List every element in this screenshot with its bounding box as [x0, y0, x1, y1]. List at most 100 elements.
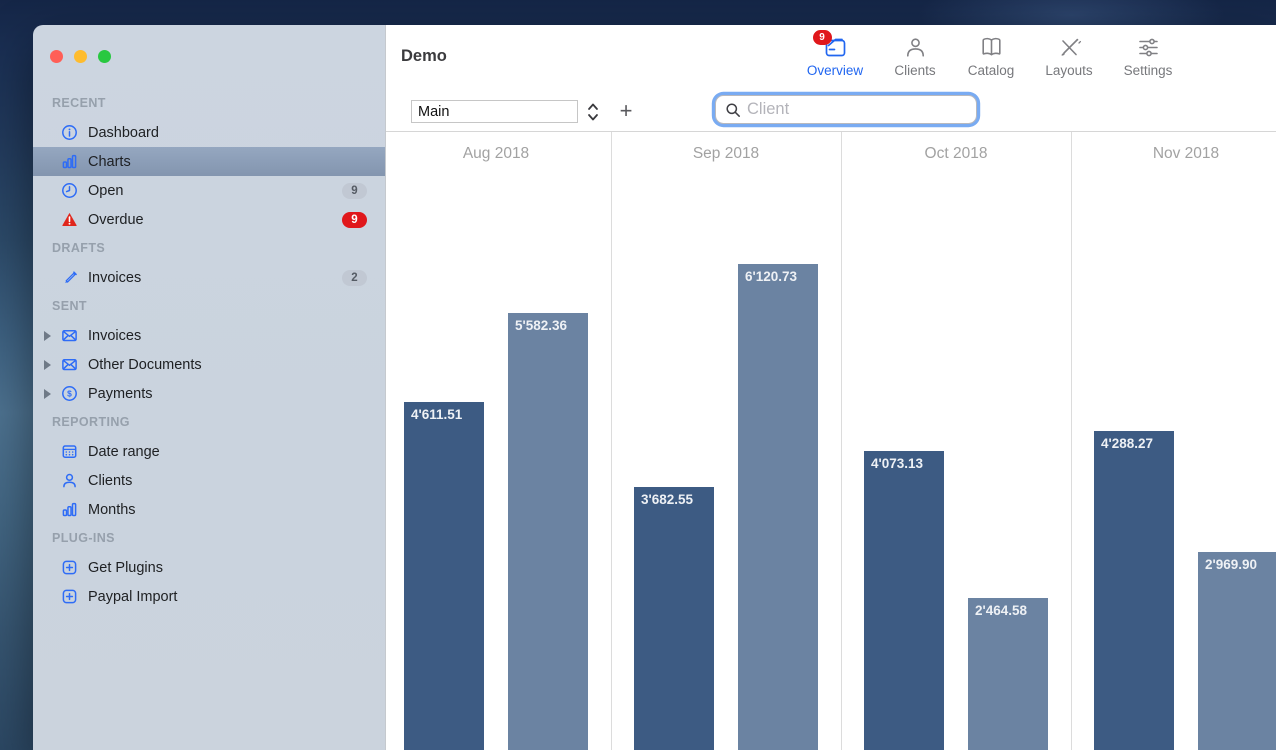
chart-panel: Aug 2018 4'611.51 5'582.36 Sep 2018 3'682.55…: [386, 131, 1276, 750]
plus-box-icon: [60, 559, 78, 577]
sidebar-item-label: Date range: [88, 444, 160, 460]
bar-chart-icon: [60, 501, 78, 519]
clock-icon: [60, 182, 78, 200]
sidebar-item-open[interactable]: Open 9: [33, 176, 385, 205]
bar-value-label: 6'120.73: [738, 264, 818, 284]
chart-bar: 6'120.73: [738, 264, 818, 750]
plus-box-icon: [60, 588, 78, 606]
bar-value-label: 4'288.27: [1094, 431, 1174, 451]
add-button[interactable]: +: [614, 97, 638, 125]
sidebar-item-label: Payments: [88, 386, 152, 402]
pen-knife-icon: [1056, 34, 1083, 61]
info-icon: [60, 124, 78, 142]
window-controls: [50, 50, 111, 63]
tab-layouts[interactable]: Layouts: [1024, 34, 1114, 78]
sidebar-item-label: Paypal Import: [88, 589, 177, 605]
bar-value-label: 5'582.36: [508, 313, 588, 333]
sidebar: RECENT Dashboard Charts Open 9 Overdue 9 DRAFTS…: [33, 25, 385, 750]
sidebar-item-label: Clients: [88, 473, 132, 489]
sidebar-item-label: Months: [88, 502, 136, 518]
disclosure-triangle-icon[interactable]: [44, 331, 51, 341]
sidebar-item-overdue[interactable]: Overdue 9: [33, 205, 385, 234]
chart-column-header: Aug 2018: [386, 145, 611, 163]
inbox-tray-icon: 9: [822, 34, 849, 61]
sliders-icon: [1135, 34, 1162, 61]
pencil-icon: [60, 269, 78, 287]
disclosure-triangle-icon[interactable]: [44, 389, 51, 399]
bar-value-label: 2'464.58: [968, 598, 1048, 618]
chart-bar: 2'969.90: [1198, 552, 1276, 750]
disclosure-triangle-icon[interactable]: [44, 360, 51, 370]
bar-value-label: 3'682.55: [634, 487, 714, 507]
tab-catalog[interactable]: Catalog: [946, 34, 1036, 78]
section-header-drafts: DRAFTS: [33, 234, 385, 263]
section-header-sent: SENT: [33, 292, 385, 321]
bar-value-label: 2'969.90: [1198, 552, 1276, 572]
chart-column-header: Sep 2018: [611, 145, 841, 163]
tab-label: Layouts: [1045, 63, 1092, 78]
chart-bar: 2'464.58: [968, 598, 1048, 750]
sidebar-item-clients[interactable]: Clients: [33, 466, 385, 495]
svg-text:$: $: [67, 388, 72, 398]
sidebar-item-dashboard[interactable]: Dashboard: [33, 118, 385, 147]
sidebar-item-payments[interactable]: $ Payments: [33, 379, 385, 408]
section-header-plug-ins: PLUG-INS: [33, 524, 385, 553]
sidebar-item-get-plugins[interactable]: Get Plugins: [33, 553, 385, 582]
app-window: RECENT Dashboard Charts Open 9 Overdue 9 DRAFTS…: [33, 25, 1276, 750]
column-divider: [611, 132, 612, 750]
chart-column-header: Nov 2018: [1071, 145, 1276, 163]
close-window-button[interactable]: [50, 50, 63, 63]
sidebar-item-label: Invoices: [88, 270, 141, 286]
sidebar-item-label: Get Plugins: [88, 560, 163, 576]
bar-chart-icon: [60, 153, 78, 171]
search-field[interactable]: [715, 95, 977, 124]
sidebar-item-other-documents[interactable]: Other Documents: [33, 350, 385, 379]
toolbar: Demo 9OverviewClientsCatalogLayoutsSetti…: [386, 25, 1276, 131]
tab-label: Settings: [1124, 63, 1173, 78]
stepper-control[interactable]: [586, 101, 600, 123]
chart-bar: 4'288.27: [1094, 431, 1174, 750]
sidebar-item-months[interactable]: Months: [33, 495, 385, 524]
person-icon: [60, 472, 78, 490]
column-divider: [841, 132, 842, 750]
chart-bar: 4'073.13: [864, 451, 944, 750]
count-badge: 9: [342, 212, 367, 228]
envelope-icon: [60, 327, 78, 345]
view-select-field[interactable]: [411, 100, 578, 123]
sidebar-item-label: Open: [88, 183, 123, 199]
search-input[interactable]: [741, 100, 976, 119]
minimize-window-button[interactable]: [74, 50, 87, 63]
sidebar-item-label: Invoices: [88, 328, 141, 344]
calendar-icon: [60, 443, 78, 461]
tab-label: Overview: [807, 63, 863, 78]
chart-bar: 3'682.55: [634, 487, 714, 750]
sidebar-item-label: Overdue: [88, 212, 144, 228]
notification-badge: 9: [813, 30, 832, 45]
sidebar-item-paypal-import[interactable]: Paypal Import: [33, 582, 385, 611]
search-icon: [725, 102, 741, 118]
tab-label: Catalog: [968, 63, 1015, 78]
sidebar-item-invoices[interactable]: Invoices 2: [33, 263, 385, 292]
sidebar-item-charts[interactable]: Charts: [33, 147, 385, 176]
chart-column-header: Oct 2018: [841, 145, 1071, 163]
tab-overview[interactable]: 9 Overview: [790, 34, 880, 78]
bar-value-label: 4'611.51: [404, 402, 484, 422]
section-header-reporting: REPORTING: [33, 408, 385, 437]
main-content: Demo 9OverviewClientsCatalogLayoutsSetti…: [385, 25, 1276, 750]
sidebar-item-invoices[interactable]: Invoices: [33, 321, 385, 350]
dollar-icon: $: [60, 385, 78, 403]
zoom-window-button[interactable]: [98, 50, 111, 63]
chart-bar: 5'582.36: [508, 313, 588, 750]
sidebar-item-date-range[interactable]: Date range: [33, 437, 385, 466]
column-divider: [1071, 132, 1072, 750]
count-badge: 9: [342, 183, 367, 199]
chart-bar: 4'611.51: [404, 402, 484, 750]
sidebar-item-label: Dashboard: [88, 125, 159, 141]
count-badge: 2: [342, 270, 367, 286]
section-header-recent: RECENT: [33, 89, 385, 118]
person-icon: [902, 34, 929, 61]
envelope-icon: [60, 356, 78, 374]
tab-settings[interactable]: Settings: [1103, 34, 1193, 78]
sidebar-nav: RECENT Dashboard Charts Open 9 Overdue 9 DRAFTS…: [33, 89, 385, 611]
bar-value-label: 4'073.13: [864, 451, 944, 471]
